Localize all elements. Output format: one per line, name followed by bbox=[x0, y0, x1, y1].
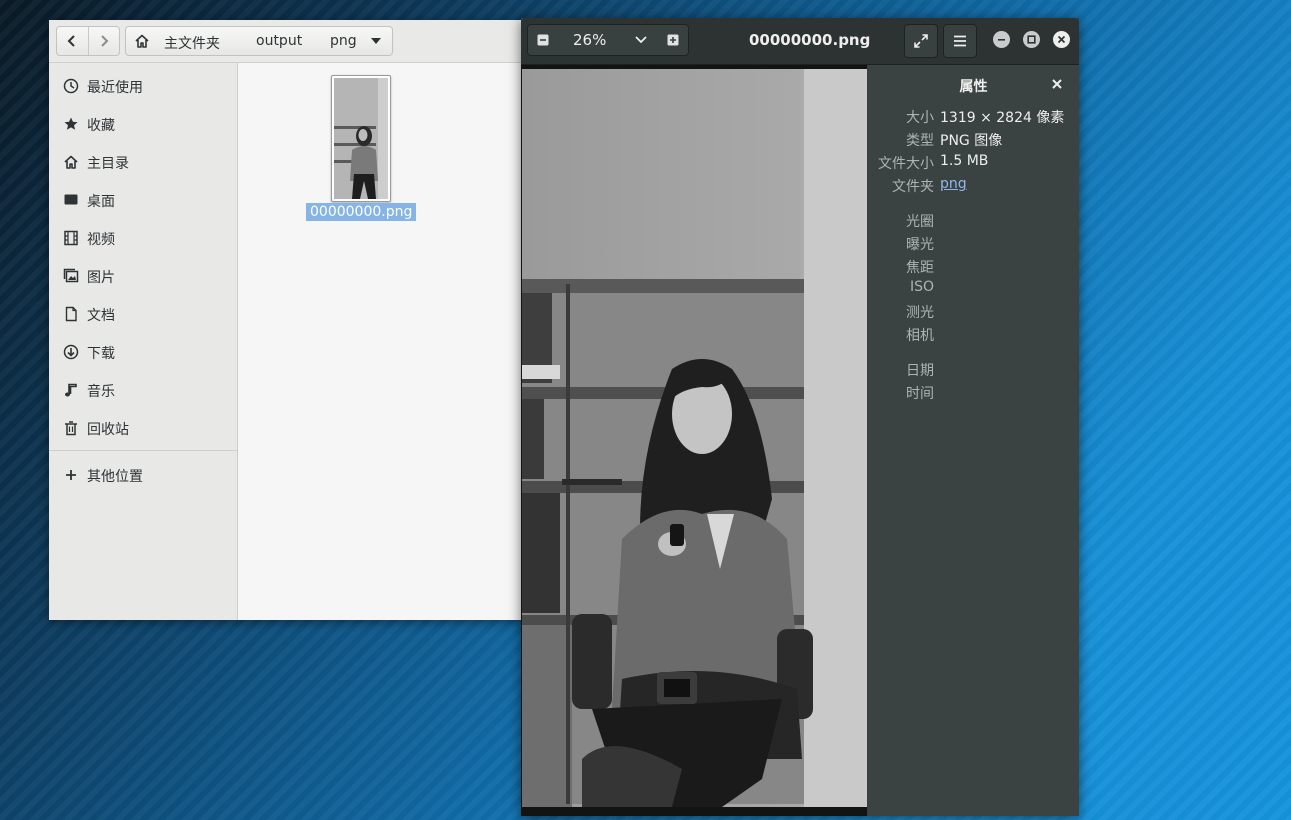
sidebar-item-label: 回收站 bbox=[87, 422, 129, 438]
prop-key-time: 时间 bbox=[906, 386, 934, 402]
sidebar-item-label: 最近使用 bbox=[87, 80, 143, 96]
window-title: 00000000.png bbox=[749, 31, 871, 49]
prop-key-filesize: 文件大小 bbox=[878, 156, 934, 172]
places-sidebar: 最近使用 收藏 主目录 桌面 视频 图片 文档 下载 音乐 回收站 其他位置 bbox=[49, 63, 238, 620]
sidebar-divider bbox=[49, 450, 237, 451]
image-icon bbox=[62, 267, 80, 285]
sidebar-item-starred[interactable]: 收藏 bbox=[49, 105, 237, 143]
thumbnail-preview bbox=[334, 78, 388, 199]
sidebar-item-downloads[interactable]: 下载 bbox=[49, 333, 237, 371]
hamburger-menu-icon bbox=[954, 35, 966, 47]
prop-value-size: 1319 × 2824 像素 bbox=[940, 110, 1065, 126]
sidebar-item-label: 文档 bbox=[87, 308, 115, 324]
download-icon bbox=[62, 343, 80, 361]
clock-icon bbox=[62, 77, 80, 95]
music-icon bbox=[62, 381, 80, 399]
home-icon[interactable] bbox=[134, 33, 150, 49]
prop-key-size: 大小 bbox=[906, 110, 934, 126]
breadcrumb-output[interactable]: output bbox=[256, 33, 302, 49]
displayed-photo bbox=[522, 69, 867, 807]
zoom-level[interactable]: 26% bbox=[573, 31, 606, 49]
image-viewer-window: 26% 00000000.png 属性 大小 1319 × 2824 像素 类型… bbox=[521, 18, 1079, 816]
properties-title: 属性 bbox=[959, 79, 988, 95]
sidebar-item-pictures[interactable]: 图片 bbox=[49, 257, 237, 295]
forward-button[interactable] bbox=[87, 27, 120, 55]
prop-key-camera: 相机 bbox=[906, 328, 934, 344]
properties-sidebar: 属性 大小 1319 × 2824 像素 类型 PNG 图像 文件大小 1.5 … bbox=[868, 65, 1079, 816]
fullscreen-button[interactable] bbox=[904, 24, 938, 58]
dropdown-arrow-icon[interactable] bbox=[370, 37, 382, 45]
sidebar-item-documents[interactable]: 文档 bbox=[49, 295, 237, 333]
files-headerbar: 主文件夹 output png bbox=[49, 20, 529, 63]
image-canvas[interactable] bbox=[521, 65, 867, 816]
plus-icon bbox=[62, 466, 80, 484]
prop-key-metering: 测光 bbox=[906, 305, 934, 321]
sidebar-item-desktop[interactable]: 桌面 bbox=[49, 181, 237, 219]
desktop-icon bbox=[62, 191, 80, 209]
back-button[interactable] bbox=[57, 27, 88, 55]
breadcrumb-home[interactable]: 主文件夹 bbox=[164, 33, 220, 53]
path-bar: 主文件夹 output png bbox=[125, 26, 393, 56]
fullscreen-icon bbox=[914, 34, 928, 48]
chevron-left-icon bbox=[67, 35, 75, 47]
viewer-headerbar: 26% 00000000.png bbox=[521, 18, 1079, 65]
sidebar-item-label: 其他位置 bbox=[87, 469, 143, 485]
minimize-button[interactable] bbox=[993, 31, 1010, 48]
sidebar-item-music[interactable]: 音乐 bbox=[49, 371, 237, 409]
prop-key-iso: ISO bbox=[909, 279, 934, 295]
zoom-control: 26% bbox=[527, 24, 689, 56]
maximize-button[interactable] bbox=[1023, 31, 1040, 48]
sidebar-item-label: 音乐 bbox=[87, 384, 115, 400]
prop-value-type: PNG 图像 bbox=[940, 133, 1003, 149]
folder-link[interactable]: png bbox=[940, 176, 967, 192]
sidebar-item-home[interactable]: 主目录 bbox=[49, 143, 237, 181]
nav-button-group bbox=[56, 26, 120, 56]
prop-key-date: 日期 bbox=[906, 363, 934, 379]
prop-value-filesize: 1.5 MB bbox=[940, 153, 989, 169]
minimize-icon bbox=[998, 39, 1005, 41]
breadcrumb-png[interactable]: png bbox=[330, 33, 357, 49]
sidebar-item-label: 下载 bbox=[87, 346, 115, 362]
prop-key-focal-length: 焦距 bbox=[906, 260, 934, 276]
menu-button[interactable] bbox=[943, 24, 977, 58]
prop-key-type: 类型 bbox=[906, 133, 934, 149]
sidebar-item-label: 图片 bbox=[87, 270, 115, 286]
sidebar-item-label: 主目录 bbox=[87, 156, 129, 172]
chevron-down-icon bbox=[635, 36, 647, 44]
sidebar-item-label: 视频 bbox=[87, 232, 115, 248]
maximize-icon bbox=[1027, 35, 1036, 44]
zoom-in-button[interactable] bbox=[658, 25, 688, 55]
zoom-dropdown-button[interactable] bbox=[626, 25, 656, 55]
trash-icon bbox=[62, 419, 80, 437]
sidebar-item-recent[interactable]: 最近使用 bbox=[49, 67, 237, 105]
minus-icon bbox=[537, 34, 549, 46]
sidebar-item-trash[interactable]: 回收站 bbox=[49, 409, 237, 447]
chevron-right-icon bbox=[101, 35, 109, 47]
document-icon bbox=[62, 305, 80, 323]
file-name-label[interactable]: 00000000.png bbox=[306, 203, 417, 221]
plus-icon bbox=[667, 34, 679, 46]
files-window: 主文件夹 output png 最近使用 收藏 主目录 桌面 视频 图片 文档 … bbox=[49, 20, 529, 620]
file-thumbnail[interactable] bbox=[331, 75, 391, 202]
close-properties-icon[interactable] bbox=[1050, 77, 1064, 91]
sidebar-item-label: 桌面 bbox=[87, 194, 115, 210]
sidebar-item-label: 收藏 bbox=[87, 118, 115, 134]
close-button[interactable] bbox=[1053, 31, 1070, 48]
sidebar-item-other-locations[interactable]: 其他位置 bbox=[49, 456, 237, 494]
close-icon bbox=[1057, 35, 1066, 44]
sidebar-item-videos[interactable]: 视频 bbox=[49, 219, 237, 257]
star-icon bbox=[62, 115, 80, 133]
home-icon bbox=[62, 153, 80, 171]
prop-key-aperture: 光圈 bbox=[906, 214, 934, 230]
prop-key-exposure: 曝光 bbox=[906, 237, 934, 253]
video-icon bbox=[62, 229, 80, 247]
prop-key-folder: 文件夹 bbox=[892, 179, 934, 195]
zoom-out-button[interactable] bbox=[528, 25, 558, 55]
